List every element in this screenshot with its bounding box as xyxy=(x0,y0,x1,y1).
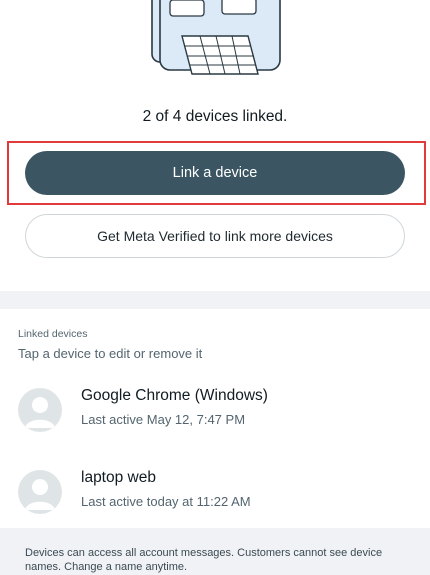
laptop-phone-illustration-icon xyxy=(151,0,281,75)
device-name: laptop web xyxy=(81,469,156,486)
default-avatar-icon xyxy=(18,470,62,514)
device-last-active: Last active today at 11:22 AM xyxy=(81,494,251,509)
devices-illustration xyxy=(0,0,430,100)
device-item-google-chrome[interactable]: Google Chrome (Windows) Last active May … xyxy=(0,382,430,446)
section-divider xyxy=(0,291,430,309)
linked-count-text: 2 of 4 devices linked. xyxy=(142,108,288,125)
linked-devices-heading: Linked devices xyxy=(18,328,88,340)
meta-verified-button[interactable]: Get Meta Verified to link more devices xyxy=(25,214,405,258)
device-item-laptop-web[interactable]: laptop web Last active today at 11:22 AM xyxy=(0,464,430,528)
footer-note: Devices can access all account messages.… xyxy=(25,547,383,573)
link-device-button[interactable]: Link a device xyxy=(25,151,405,195)
default-avatar-icon xyxy=(18,388,62,432)
device-name: Google Chrome (Windows) xyxy=(81,387,268,404)
linked-devices-hint: Tap a device to edit or remove it xyxy=(18,346,203,361)
device-last-active: Last active May 12, 7:47 PM xyxy=(81,412,246,427)
